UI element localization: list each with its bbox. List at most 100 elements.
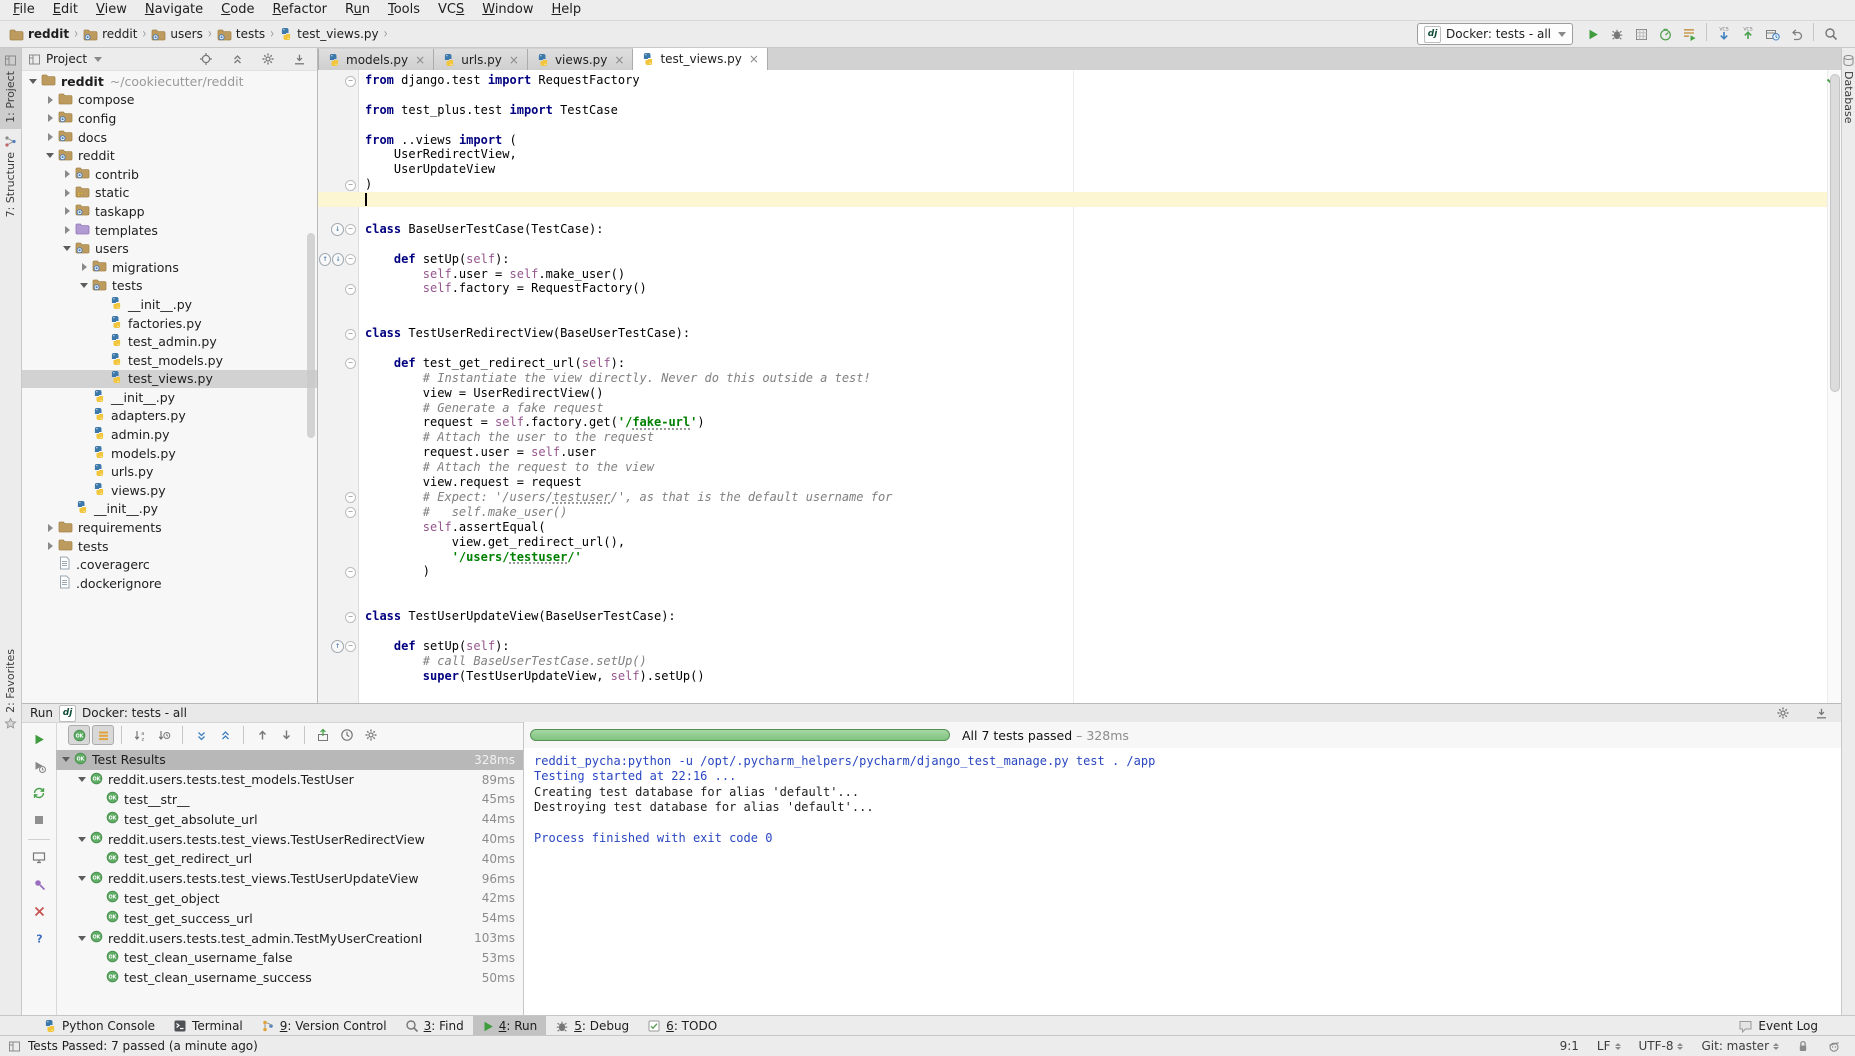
test-row-test-clean-username-false[interactable]: OKtest_clean_username_false53ms xyxy=(56,948,523,968)
sort-duration-button[interactable] xyxy=(153,725,175,745)
status-widget-9-1[interactable]: 9:1 xyxy=(1560,1039,1579,1053)
tree-item-requirements[interactable]: requirements xyxy=(22,518,317,537)
profiler-button[interactable] xyxy=(1653,24,1677,46)
fold-marker-icon[interactable]: − xyxy=(345,612,356,623)
test-row-test-get-redirect-url[interactable]: OKtest_get_redirect_url40ms xyxy=(56,849,523,869)
coverage-button[interactable] xyxy=(1629,24,1653,46)
chevron-expanded-icon[interactable] xyxy=(76,936,88,941)
project-tree[interactable]: reddit~/cookiecutter/redditcomposeconfig… xyxy=(22,70,317,703)
tree-item-test-models-py[interactable]: test_models.py xyxy=(22,351,317,370)
chevron-collapsed-icon[interactable] xyxy=(45,132,55,142)
tree-item-reddit[interactable]: reddit~/cookiecutter/reddit xyxy=(22,72,317,91)
settings-button[interactable] xyxy=(1771,702,1795,724)
test-row-test-get-object[interactable]: OKtest_get_object42ms xyxy=(56,889,523,909)
collapse-small-button[interactable] xyxy=(225,48,249,70)
chevron-expanded-icon[interactable] xyxy=(76,876,88,881)
hector-icon[interactable] xyxy=(1827,1039,1841,1053)
chevron-collapsed-icon[interactable] xyxy=(45,95,55,105)
help-button[interactable]: ? xyxy=(28,928,50,948)
tree-item-test-admin-py[interactable]: test_admin.py xyxy=(22,332,317,351)
tree-item-test-views-py[interactable]: test_views.py xyxy=(22,370,317,389)
chevron-collapsed-icon[interactable] xyxy=(62,206,72,216)
chevron-expanded-icon[interactable] xyxy=(60,757,72,762)
collapse-all-button[interactable] xyxy=(214,725,236,745)
menu-item-edit[interactable]: Edit xyxy=(44,0,87,20)
fold-marker-icon[interactable]: − xyxy=(345,492,356,503)
fold-marker-icon[interactable]: − xyxy=(345,329,356,340)
restore-layout-button[interactable] xyxy=(28,847,50,867)
test-row-test-results[interactable]: OKTest Results328ms xyxy=(56,750,523,770)
chevron-expanded-icon[interactable] xyxy=(79,281,89,291)
tree-item-migrations[interactable]: migrations xyxy=(22,258,317,277)
tree-item-init-py[interactable]: __init__.py xyxy=(22,388,317,407)
project-view-select[interactable]: Project xyxy=(28,52,194,66)
tab-test-views-py[interactable]: test_views.py× xyxy=(633,48,768,71)
status-widget-utf-8[interactable]: UTF-8 xyxy=(1639,1039,1684,1053)
menu-item-refactor[interactable]: Refactor xyxy=(263,0,336,20)
rerun-button[interactable] xyxy=(28,729,50,749)
export-button[interactable] xyxy=(312,725,334,745)
tree-item-reddit[interactable]: reddit xyxy=(22,146,317,165)
search-button[interactable] xyxy=(1819,23,1843,45)
tool-window-button-python-console[interactable]: Python Console xyxy=(34,1016,164,1036)
tree-item-docs[interactable]: docs xyxy=(22,128,317,147)
show-ignored-toggle[interactable] xyxy=(92,725,114,745)
fold-marker-icon[interactable]: − xyxy=(345,507,356,518)
tool-window-button-todo[interactable]: 6: TODO xyxy=(638,1016,726,1036)
breadcrumb-reddit[interactable]: reddit xyxy=(8,27,70,41)
lock-icon[interactable] xyxy=(1797,1039,1809,1053)
rerun-failed-button[interactable] xyxy=(28,783,50,803)
tree-item-compose[interactable]: compose xyxy=(22,91,317,110)
tree-item-dockerignore[interactable]: .dockerignore xyxy=(22,574,317,593)
chevron-expanded-icon[interactable] xyxy=(28,76,38,86)
tree-item-config[interactable]: config xyxy=(22,109,317,128)
breadcrumb-users[interactable]: users xyxy=(150,27,203,41)
menu-item-window[interactable]: Window xyxy=(473,0,542,20)
show-passed-toggle[interactable]: OK xyxy=(68,725,90,745)
settings-button[interactable] xyxy=(256,48,280,70)
run-button[interactable] xyxy=(1581,24,1605,46)
menu-item-vcs[interactable]: VCS xyxy=(429,0,473,20)
tool-strip-7-structure[interactable]: 7: Structure xyxy=(0,129,21,223)
chevron-collapsed-icon[interactable] xyxy=(79,262,89,272)
tree-item-users[interactable]: users xyxy=(22,239,317,258)
close-tab-icon[interactable]: × xyxy=(509,53,519,67)
fold-marker-icon[interactable]: − xyxy=(345,567,356,578)
run-console[interactable]: All 7 tests passed – 328ms reddit_pycha:… xyxy=(524,722,1841,1016)
override-down-icon[interactable]: ↓ xyxy=(331,223,344,236)
rollback-button[interactable] xyxy=(1784,24,1808,46)
test-row-test-get-absolute-url[interactable]: OKtest_get_absolute_url44ms xyxy=(56,809,523,829)
settings-button[interactable] xyxy=(360,725,382,745)
tool-window-switcher-icon[interactable] xyxy=(8,1040,21,1053)
fold-marker-icon[interactable]: − xyxy=(345,76,356,87)
tab-models-py[interactable]: models.py× xyxy=(318,49,434,70)
sort-alpha-button[interactable]: az xyxy=(129,725,151,745)
close-tab-icon[interactable]: × xyxy=(614,53,624,67)
chevron-expanded-icon[interactable] xyxy=(45,151,55,161)
chevron-expanded-icon[interactable] xyxy=(76,777,88,782)
chevron-collapsed-icon[interactable] xyxy=(62,188,72,198)
test-row-test-str[interactable]: OKtest__str__45ms xyxy=(56,790,523,810)
tool-window-button-find[interactable]: 3: Find xyxy=(396,1016,473,1036)
test-row-reddit-users-tests-test-views-testuserredirectview[interactable]: OKreddit.users.tests.test_views.TestUser… xyxy=(56,829,523,849)
menu-item-run[interactable]: Run xyxy=(336,0,379,20)
project-scrollbar[interactable] xyxy=(307,233,315,438)
tree-item-urls-py[interactable]: urls.py xyxy=(22,462,317,481)
tree-item-adapters-py[interactable]: adapters.py xyxy=(22,407,317,426)
tool-window-button-terminal[interactable]: Terminal xyxy=(164,1016,252,1036)
menu-item-tools[interactable]: Tools xyxy=(379,0,429,20)
test-row-test-clean-username-success[interactable]: OKtest_clean_username_success50ms xyxy=(56,968,523,988)
tree-item-templates[interactable]: templates xyxy=(22,221,317,240)
breadcrumb-reddit[interactable]: reddit xyxy=(82,27,138,41)
fold-marker-icon[interactable]: − xyxy=(345,180,356,191)
next-button[interactable] xyxy=(275,725,297,745)
chevron-collapsed-icon[interactable] xyxy=(45,523,55,533)
vcs-commit-button[interactable]: VCS xyxy=(1736,23,1760,45)
pin-button[interactable] xyxy=(28,874,50,894)
close-tab-icon[interactable]: × xyxy=(415,53,425,67)
menu-item-help[interactable]: Help xyxy=(543,0,591,20)
fold-marker-icon[interactable]: − xyxy=(345,224,356,235)
tree-item-contrib[interactable]: contrib xyxy=(22,165,317,184)
chevron-expanded-icon[interactable] xyxy=(76,837,88,842)
tree-item-admin-py[interactable]: admin.py xyxy=(22,425,317,444)
